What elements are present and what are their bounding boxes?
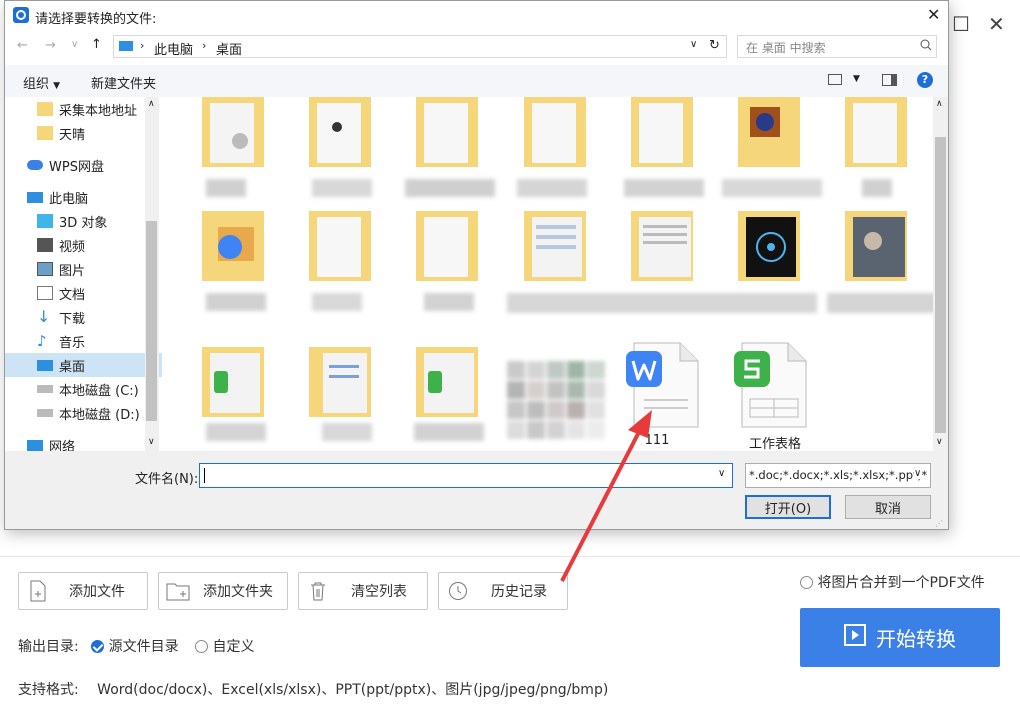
annotation-arrow xyxy=(560,410,652,582)
